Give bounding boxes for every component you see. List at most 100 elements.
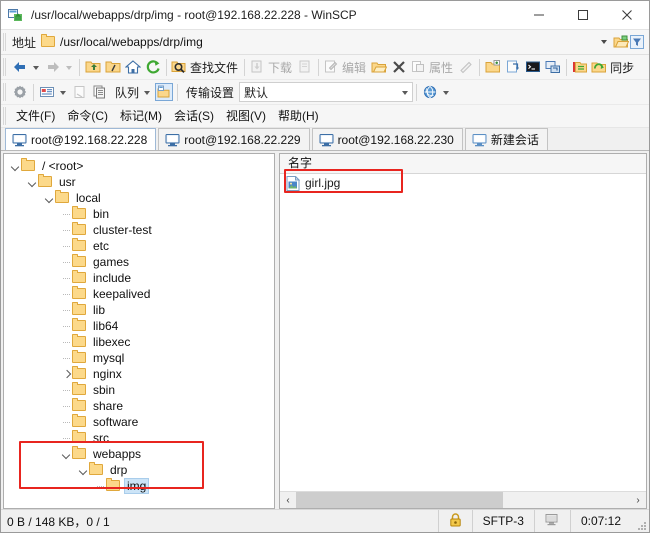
clipboard-button xyxy=(70,81,90,103)
encryption-status[interactable] xyxy=(533,510,570,532)
chevron-down-icon[interactable] xyxy=(10,158,21,174)
hscroll-track[interactable] xyxy=(296,492,630,508)
scroll-left-arrow-icon[interactable]: ‹ xyxy=(280,492,296,508)
queue-label-button[interactable]: 队列 xyxy=(110,81,141,103)
tree-node[interactable]: drp xyxy=(4,462,274,478)
refresh-button[interactable] xyxy=(143,56,163,78)
folder-icon xyxy=(72,206,88,221)
menu-help[interactable]: 帮助(H) xyxy=(272,105,325,127)
chevron-right-icon[interactable] xyxy=(61,366,72,382)
tree-node[interactable]: / <root> xyxy=(4,158,274,174)
lock-status[interactable] xyxy=(437,510,472,532)
scroll-right-arrow-icon[interactable]: › xyxy=(630,492,646,508)
tree-node[interactable]: cluster-test xyxy=(4,222,274,238)
new-folder-button[interactable] xyxy=(369,56,389,78)
open-terminal-button[interactable] xyxy=(503,56,523,78)
home-directory-button[interactable] xyxy=(123,56,143,78)
globe-dropdown-icon[interactable] xyxy=(443,91,450,95)
tree-node[interactable]: img xyxy=(4,478,274,494)
tree-node[interactable]: src xyxy=(4,430,274,446)
preferences-button[interactable] xyxy=(10,81,30,103)
tree-node[interactable]: libexec xyxy=(4,334,274,350)
tree-node[interactable]: etc xyxy=(4,238,274,254)
session-tab-229[interactable]: root@192.168.22.229 xyxy=(158,128,310,150)
file-list-row[interactable]: girl.jpg xyxy=(280,174,646,192)
tree-node[interactable]: mysql xyxy=(4,350,274,366)
toolbar-separator xyxy=(479,58,481,76)
menu-file[interactable]: 文件(F) xyxy=(10,105,61,127)
tree-node[interactable]: keepalived xyxy=(4,286,274,302)
tree-node[interactable]: lib64 xyxy=(4,318,274,334)
file-list-hscrollbar[interactable]: ‹ › xyxy=(280,491,646,508)
forward-dropdown-icon[interactable] xyxy=(66,66,72,70)
new-session-tab[interactable]: 新建会话 xyxy=(464,128,548,150)
tree-node[interactable]: nginx xyxy=(4,366,274,382)
view-mode-dropdown-icon[interactable] xyxy=(60,91,66,95)
menu-commands[interactable]: 命令(C) xyxy=(61,105,114,127)
file-list-body[interactable]: girl.jpg xyxy=(280,174,646,491)
session-tab-230[interactable]: root@192.168.22.230 xyxy=(311,128,463,150)
toolbar-grip[interactable] xyxy=(3,83,7,101)
transfer-settings-select[interactable]: 默认 xyxy=(239,82,414,102)
folder-icon xyxy=(72,430,88,445)
toolbar-grip[interactable] xyxy=(3,58,7,76)
tree-node-label: games xyxy=(93,255,130,269)
tree-node[interactable]: games xyxy=(4,254,274,270)
hscroll-thumb[interactable] xyxy=(296,492,504,508)
tree-node[interactable]: sbin xyxy=(4,382,274,398)
chevron-down-icon[interactable] xyxy=(27,174,38,190)
minimize-button[interactable] xyxy=(517,1,561,29)
tree-node[interactable]: lib xyxy=(4,302,274,318)
download-options-icon xyxy=(297,59,313,75)
tree-node-label: img xyxy=(123,478,150,494)
tree-node[interactable]: bin xyxy=(4,206,274,222)
synchronize-button[interactable]: 同步 xyxy=(590,56,637,78)
root-directory-button[interactable] xyxy=(103,56,123,78)
menu-grip[interactable] xyxy=(3,107,7,125)
new-directory-button[interactable] xyxy=(483,56,503,78)
tree-node[interactable]: webapps xyxy=(4,446,274,462)
tree-node[interactable]: usr xyxy=(4,174,274,190)
console-button[interactable] xyxy=(523,56,543,78)
close-button[interactable] xyxy=(605,1,649,29)
menu-mark[interactable]: 标记(M) xyxy=(114,105,168,127)
chevron-down-icon[interactable] xyxy=(44,190,55,206)
back-button[interactable] xyxy=(10,56,30,78)
filter-icon[interactable] xyxy=(629,34,645,50)
tree-node[interactable]: share xyxy=(4,398,274,414)
chevron-down-icon[interactable] xyxy=(61,446,72,462)
address-label: 地址 xyxy=(12,35,37,50)
forward-button[interactable] xyxy=(43,56,63,78)
view-mode-button[interactable] xyxy=(37,81,57,103)
menu-session[interactable]: 会话(S) xyxy=(168,105,220,127)
file-list-header[interactable]: 名字 xyxy=(280,154,646,174)
directory-tree[interactable]: / <root> usr local bin cluster-test etc games i… xyxy=(4,154,274,508)
tree-node[interactable]: software xyxy=(4,414,274,430)
queue-dropdown-icon[interactable] xyxy=(144,91,151,95)
toolbar-grip[interactable] xyxy=(3,33,7,51)
queue-list-button[interactable] xyxy=(90,81,110,103)
tree-node[interactable]: include xyxy=(4,270,274,286)
transfer-settings-dropdown-icon[interactable] xyxy=(397,84,412,100)
resize-grip[interactable] xyxy=(631,509,649,533)
open-directory-icon[interactable] xyxy=(613,34,630,50)
maximize-button[interactable] xyxy=(561,1,605,29)
open-session-button[interactable] xyxy=(543,56,563,78)
back-dropdown-icon[interactable] xyxy=(33,66,39,70)
parent-directory-button[interactable] xyxy=(83,56,103,78)
menu-view[interactable]: 视图(V) xyxy=(220,105,272,127)
synchronize-browsing-button[interactable] xyxy=(570,56,590,78)
delete-button[interactable] xyxy=(389,56,409,78)
keep-remote-directory-button[interactable] xyxy=(154,81,174,103)
session-tab-228[interactable]: root@192.168.22.228 xyxy=(5,128,157,150)
address-input[interactable]: /usr/local/webapps/drp/img xyxy=(41,32,595,52)
keep-remote-directory-icon xyxy=(155,83,174,101)
chevron-down-icon[interactable] xyxy=(78,462,89,478)
find-files-button[interactable]: 查找文件 xyxy=(170,56,241,78)
address-value: /usr/local/webapps/drp/img xyxy=(60,35,203,49)
tree-node-label: local xyxy=(76,191,101,205)
globe-button[interactable] xyxy=(420,81,440,103)
chevron-down-icon[interactable] xyxy=(601,40,607,44)
column-header-name[interactable]: 名字 xyxy=(280,154,646,173)
tree-node[interactable]: local xyxy=(4,190,274,206)
